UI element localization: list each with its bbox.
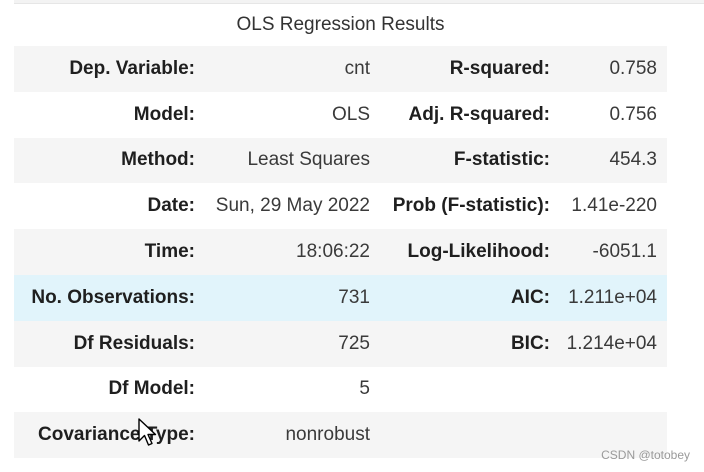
stat-value bbox=[560, 367, 667, 413]
stat-value: -6051.1 bbox=[592, 241, 657, 263]
stat-label bbox=[380, 367, 560, 413]
stat-value: 725 bbox=[338, 332, 370, 354]
stat-label: AIC: bbox=[510, 286, 550, 308]
stat-value: 5 bbox=[359, 378, 370, 400]
stat-label: Adj. R-squared: bbox=[408, 103, 550, 125]
stat-value: 1.41e-220 bbox=[571, 195, 657, 217]
ols-results-table: Dep. Variable: cnt R-squared: 0.758 Mode… bbox=[14, 46, 667, 459]
stat-label: F-statistic: bbox=[453, 149, 550, 171]
stat-value: 1.211e+04 bbox=[568, 286, 657, 308]
stat-value: 1.214e+04 bbox=[566, 332, 657, 354]
stat-label: Covariance Type: bbox=[38, 424, 195, 446]
stat-value: 0.756 bbox=[609, 103, 657, 125]
table-row: Df Residuals: 725 BIC: 1.214e+04 bbox=[14, 320, 667, 367]
table-row: Df Model: 5 bbox=[14, 366, 667, 413]
stat-value: 18:06:22 bbox=[296, 241, 370, 263]
stat-value: Least Squares bbox=[247, 149, 370, 171]
table-row: Date: Sun, 29 May 2022 Prob (F-statistic… bbox=[14, 183, 667, 230]
stat-label: No. Observations: bbox=[31, 286, 195, 308]
stat-value: OLS bbox=[331, 103, 370, 125]
stat-label: Method: bbox=[121, 149, 195, 171]
stat-value: 0.758 bbox=[609, 57, 657, 79]
stat-label: Model: bbox=[133, 103, 195, 125]
cell-top-border bbox=[14, 0, 704, 4]
stat-label: Dep. Variable: bbox=[69, 57, 195, 79]
stat-value: 454.3 bbox=[609, 149, 657, 171]
table-row-hovered: No. Observations: 731 AIC: 1.211e+04 bbox=[14, 274, 667, 321]
table-row: Time: 18:06:22 Log-Likelihood: -6051.1 bbox=[14, 229, 667, 275]
stat-label: Df Residuals: bbox=[73, 332, 195, 354]
table-row: Dep. Variable: cnt R-squared: 0.758 bbox=[14, 46, 667, 92]
stat-value: Sun, 29 May 2022 bbox=[215, 195, 370, 217]
mouse-pointer-icon bbox=[138, 418, 157, 446]
stat-label: BIC: bbox=[510, 332, 550, 354]
table-row: Model: OLS Adj. R-squared: 0.756 bbox=[14, 91, 667, 138]
stat-value: nonrobust bbox=[285, 424, 370, 446]
table-row: Covariance Type: nonrobust bbox=[14, 412, 667, 459]
stat-value: 731 bbox=[338, 286, 370, 308]
stat-label: Time: bbox=[144, 241, 195, 263]
stat-label: R-squared: bbox=[449, 57, 550, 79]
watermark: CSDN @totobey bbox=[601, 448, 690, 462]
table-row: Method: Least Squares F-statistic: 454.3 bbox=[14, 137, 667, 184]
stat-label: Date: bbox=[147, 195, 195, 217]
stat-value: cnt bbox=[344, 57, 370, 79]
stat-label: Prob (F-statistic): bbox=[392, 195, 550, 217]
table-caption: OLS Regression Results bbox=[236, 14, 445, 35]
stat-label: Df Model: bbox=[108, 378, 195, 400]
stat-label bbox=[380, 412, 560, 458]
stat-label: Log-Likelihood: bbox=[407, 241, 550, 263]
